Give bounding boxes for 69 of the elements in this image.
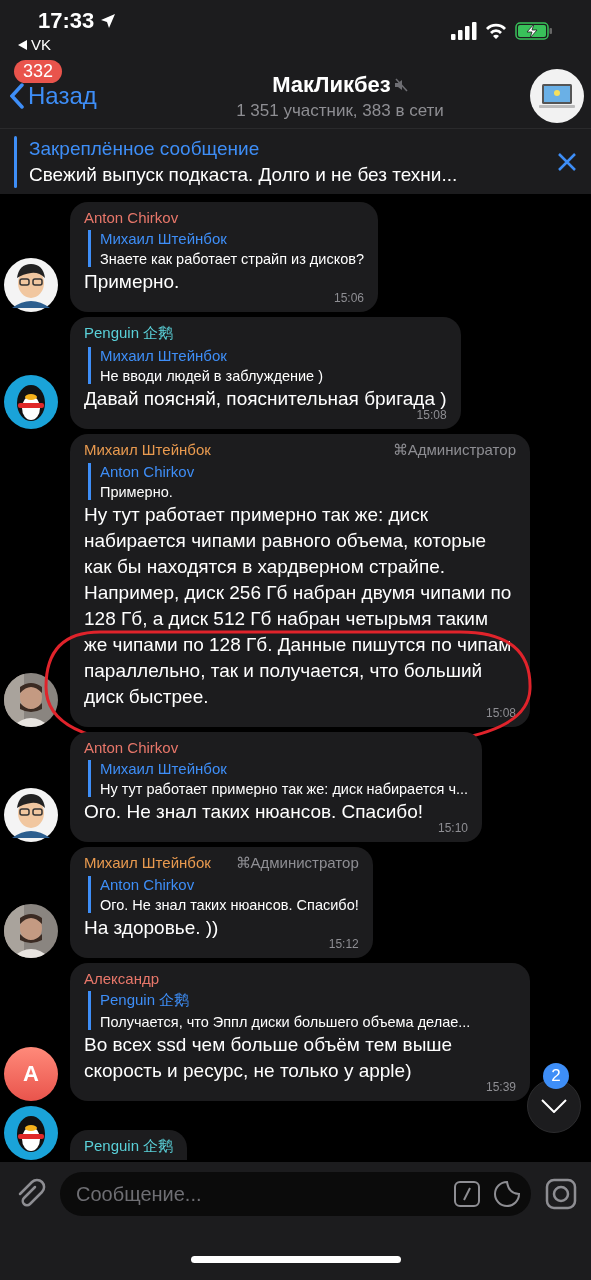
reply-quote[interactable]: Anton Chirkov Примерно.: [88, 463, 516, 500]
penguin-avatar[interactable]: [4, 1106, 58, 1160]
author-name[interactable]: Penguin 企鹅: [84, 1137, 174, 1156]
author-name[interactable]: Anton Chirkov: [84, 209, 179, 226]
message-text: На здоровье. )): [84, 916, 220, 940]
channel-avatar[interactable]: [530, 69, 584, 123]
message-text: Примерно.: [84, 270, 181, 294]
cartoon-avatar[interactable]: [4, 258, 58, 312]
back-button[interactable]: Назад: [10, 82, 150, 110]
author-name[interactable]: Anton Chirkov: [84, 739, 179, 756]
author-name[interactable]: Михаил Штейнбок: [84, 441, 211, 459]
message-time: 15:08: [416, 408, 447, 422]
unread-badge: 332: [14, 60, 63, 83]
slash-command-icon[interactable]: [453, 1180, 481, 1208]
scroll-down-button[interactable]: [527, 1079, 581, 1133]
close-icon[interactable]: [557, 151, 577, 172]
laptop-icon: [539, 83, 575, 109]
message-time: 15:10: [438, 821, 468, 835]
message-text: Давай поясняй, пояснительная бригада ): [84, 387, 447, 411]
reply-text: Ого. Не знал таких нюансов. Спасибо!: [100, 897, 359, 913]
admin-label: ⌘Администратор: [235, 854, 359, 872]
chevron-left-icon: [10, 83, 24, 109]
reply-text: Знаете как работает страйп из дисков?: [100, 251, 364, 267]
reply-text: Ну тут работает примерно так же: диск набирается ч...: [100, 781, 468, 797]
message-text: Во всех ssd чем больше объём тем выше скорость и ресурс, не только у apple): [84, 1033, 454, 1083]
back-app-link[interactable]: VK: [31, 36, 51, 53]
admin-label: ⌘Администратор: [392, 441, 516, 459]
location-arrow-icon: [100, 13, 117, 29]
message-text: Ну тут работает примерно так же: диск набирается чипами равного объема, которые как бы находятся в хардверном страйпе. Например, диск 256 Гб набран двумя чипами по 128 Гб, а диск 512 Гб набран четырьмя таким же чипами по 128 Гб. Данные пишутся по чипам параллельно, так и получается, что больший диск быстрее.: [84, 503, 513, 708]
camera-icon[interactable]: [545, 1178, 577, 1210]
penguin-avatar[interactable]: [4, 375, 58, 429]
author-name[interactable]: Penguin 企鹅: [84, 324, 174, 343]
signal-icon: [451, 22, 477, 40]
reply-author: Михаил Штейнбок: [100, 760, 228, 777]
pinned-label: Закреплённое сообщение: [29, 137, 261, 160]
reply-author: Михаил Штейнбок: [100, 230, 228, 247]
cartoon-avatar[interactable]: [4, 788, 58, 842]
reply-author: Михаил Штейнбок: [100, 347, 228, 364]
reply-quote[interactable]: Михаил Штейнбок Знаете как работает страйп из дисков?: [88, 230, 364, 267]
author-name[interactable]: Александр: [84, 970, 160, 987]
reply-text: Примерно.: [100, 484, 174, 500]
member-count: 1 351 участник, 383 в сети: [236, 100, 444, 121]
chevron-down-icon: [541, 1099, 567, 1113]
back-triangle-icon[interactable]: [18, 39, 27, 50]
sticker-icon[interactable]: [493, 1180, 521, 1208]
reply-quote[interactable]: Михаил Штейнбок Не вводи людей в заблуждение ): [88, 347, 447, 384]
clock-time: 17:33: [38, 8, 95, 34]
battery-charging-icon: [515, 22, 553, 40]
message-time: 15:08: [485, 706, 516, 720]
unread-count-badge: 2: [543, 1063, 569, 1089]
chat-title: МакЛикбез: [272, 71, 391, 98]
reply-text: Получается, что Эппл диски большего объема делае...: [100, 1014, 472, 1030]
message-time: 15:12: [328, 937, 359, 951]
message-time: 15:39: [485, 1080, 516, 1094]
message-text: Ого. Не знал таких нюансов. Спасибо!: [84, 800, 425, 824]
reply-quote[interactable]: Михаил Штейнбок Ну тут работает примерно так же: диск набирается ч...: [88, 760, 468, 797]
reply-quote[interactable]: Anton Chirkov Ого. Не знал таких нюансов. Спасибо!: [88, 876, 359, 913]
message-input[interactable]: Сообщение...: [60, 1172, 531, 1216]
pinned-text: Свежий выпуск подкаста. Долго и не без техни...: [29, 163, 459, 186]
reply-author: Anton Chirkov: [100, 876, 196, 893]
reply-quote[interactable]: Penguin 企鹅 Получается, что Эппл диски большего объема делае...: [88, 991, 516, 1030]
author-name[interactable]: Михаил Штейнбок: [84, 854, 211, 872]
reply-author: Penguin 企鹅: [100, 991, 191, 1010]
person-avatar[interactable]: [4, 904, 58, 958]
reply-text: Не вводи людей в заблуждение ): [100, 368, 325, 384]
wifi-icon: [485, 22, 507, 40]
person-avatar[interactable]: [4, 673, 58, 727]
reply-author: Anton Chirkov: [100, 463, 196, 480]
message-time: 15:06: [333, 291, 364, 305]
